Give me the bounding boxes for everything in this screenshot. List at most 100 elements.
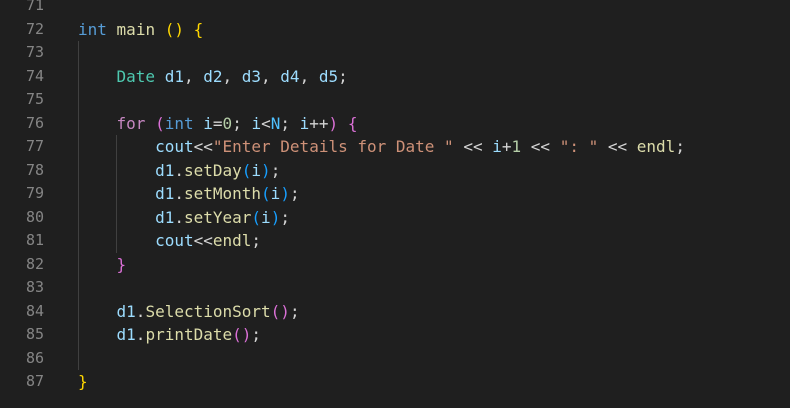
code-token: (: [251, 207, 262, 227]
code-token: ): [261, 160, 271, 180]
code-line[interactable]: 84 d1.SelectionSort();: [0, 300, 790, 324]
code-token: <: [261, 113, 271, 133]
code-token: ,: [222, 66, 242, 86]
code-text: cout<<"Enter Details for Date " << i+1 <…: [78, 135, 685, 159]
code-token: .: [135, 325, 146, 344]
code-token: ": ": [559, 137, 599, 156]
code-token: <<: [193, 137, 213, 156]
code-line[interactable]: 71: [0, 0, 790, 18]
code-text: }: [78, 253, 127, 277]
code-token: ;: [280, 207, 290, 227]
code-token: ;: [270, 160, 281, 180]
code-text: d1.setDay(i);: [78, 159, 280, 183]
code-text: cout<<endl;: [78, 229, 261, 253]
line-number: 72: [25, 19, 44, 38]
code-line[interactable]: 86: [0, 347, 790, 371]
code-token: int: [78, 19, 107, 39]
line-number: 82: [25, 254, 44, 273]
code-text: }: [78, 370, 88, 394]
code-token: ): [270, 207, 281, 227]
code-token: ;: [251, 325, 262, 344]
code-token: ): [280, 184, 290, 203]
code-token: setDay: [183, 160, 242, 180]
code-token: +: [501, 137, 512, 156]
line-number: 84: [25, 301, 44, 320]
code-token: 0: [222, 113, 233, 133]
code-line[interactable]: 87}: [0, 370, 790, 394]
code-token: printDate: [145, 325, 233, 344]
code-token: }: [78, 372, 88, 391]
code-token: <<: [193, 231, 213, 250]
code-line[interactable]: 82 }: [0, 253, 790, 277]
line-number: 74: [25, 66, 44, 85]
code-token: <<: [463, 137, 483, 156]
code-token: d1: [155, 207, 175, 227]
line-number: 76: [25, 113, 44, 132]
code-token: SelectionSort: [145, 301, 271, 321]
code-line[interactable]: 78 d1.setDay(i);: [0, 159, 790, 183]
code-token: (: [155, 113, 165, 133]
code-token: <<: [607, 137, 628, 156]
line-number: 79: [25, 184, 44, 202]
code-token: cout: [155, 231, 194, 250]
code-token: (): [232, 325, 252, 344]
code-text: Date d1, d2, d3, d4, d5;: [78, 65, 348, 89]
code-token: "Enter Details for Date ": [212, 137, 454, 156]
code-line[interactable]: 72 int main () {: [0, 18, 790, 42]
code-line[interactable]: 74 Date d1, d2, d3, d4, d5;: [0, 65, 790, 89]
code-token: ): [328, 113, 339, 133]
code-editor[interactable]: 71 72 int main () {73 74 Date d1, d2, d3, d…: [0, 0, 790, 408]
code-token: ;: [675, 137, 685, 156]
code-token: {: [193, 19, 204, 39]
code-line[interactable]: 83: [0, 276, 790, 300]
code-line[interactable]: 76 for (int i=0; i<N; i++) {: [0, 112, 790, 136]
code-text: int main () {: [78, 18, 203, 42]
code-token: int: [164, 113, 194, 133]
line-number: 73: [25, 43, 44, 61]
line-number: 83: [25, 278, 44, 296]
code-token: d2: [203, 66, 223, 86]
code-token: d1: [116, 325, 136, 344]
code-token: }: [116, 254, 127, 274]
code-line[interactable]: 79 d1.setMonth(i);: [0, 182, 790, 206]
code-line[interactable]: 73: [0, 41, 790, 65]
code-token: ;: [289, 301, 300, 321]
code-line[interactable]: 77 cout<<"Enter Details for Date " << i+…: [0, 135, 790, 159]
code-line[interactable]: 80 d1.setYear(i);: [0, 206, 790, 230]
code-line[interactable]: 81 cout<<endl;: [0, 229, 790, 253]
code-token: d5: [318, 66, 339, 86]
code-token: ;: [289, 184, 300, 203]
code-line[interactable]: 75: [0, 88, 790, 112]
code-line[interactable]: 85 d1.printDate();: [0, 323, 790, 347]
code-token: ;: [232, 113, 252, 133]
line-number: 85: [25, 325, 44, 343]
code-token: Date: [116, 66, 156, 86]
line-number: 86: [25, 348, 44, 367]
code-token: i: [261, 207, 271, 227]
code-text: d1.setMonth(i);: [78, 182, 300, 206]
code-token: main: [116, 19, 156, 39]
code-text: d1.setYear(i);: [78, 206, 290, 230]
code-token: (: [241, 160, 252, 180]
code-token: (: [261, 184, 271, 203]
code-token: ,: [183, 66, 204, 86]
code-token: i: [492, 137, 502, 156]
code-token: N: [270, 113, 281, 133]
line-number: 80: [25, 207, 44, 226]
